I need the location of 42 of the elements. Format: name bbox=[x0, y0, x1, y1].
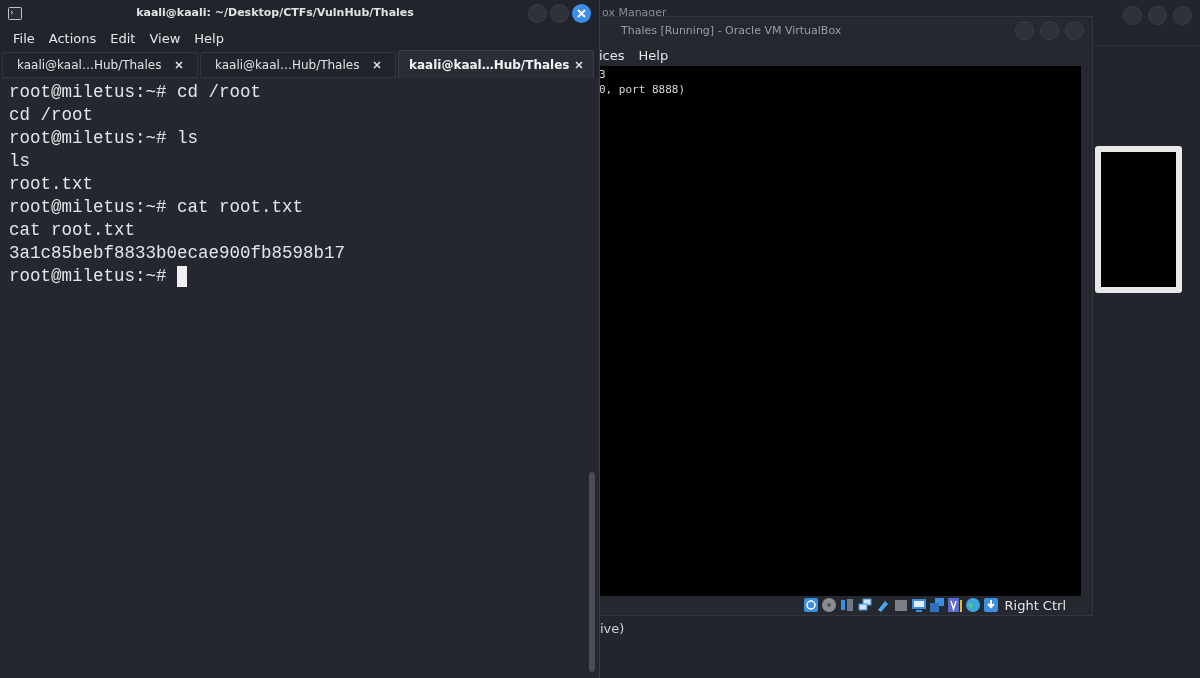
window-title: ox Manager bbox=[602, 5, 667, 22]
terminal-line: cd /root bbox=[9, 104, 93, 127]
menu-item[interactable]: File bbox=[13, 28, 35, 49]
menu-item[interactable]: View bbox=[149, 28, 181, 49]
menu-item[interactable]: Help bbox=[194, 28, 224, 49]
menu-item[interactable]: Edit bbox=[110, 28, 136, 49]
tab[interactable]: kaali@kaal…Hub/Thales bbox=[398, 50, 594, 78]
download-icon[interactable] bbox=[982, 597, 999, 614]
terminal-line: root@miletus:~# bbox=[9, 265, 168, 288]
close-button[interactable] bbox=[572, 4, 591, 23]
close-icon bbox=[577, 9, 586, 18]
terminal-line: 3a1c85bebf8833b0ecae900fb8598b17 bbox=[9, 242, 346, 265]
terminal-line: root.txt bbox=[9, 173, 93, 196]
screen-line: 3 bbox=[599, 66, 607, 82]
folder-icon[interactable] bbox=[892, 597, 909, 614]
terminal-icon bbox=[8, 7, 22, 20]
scrollbar-thumb[interactable] bbox=[589, 472, 595, 672]
close-icon[interactable] bbox=[373, 61, 381, 69]
tab[interactable]: kaali@kaal…Hub/Thales bbox=[2, 52, 198, 78]
globe-icon[interactable] bbox=[964, 597, 981, 614]
menu-item[interactable]: Help bbox=[638, 45, 669, 66]
terminal-line: root@miletus:~# ls bbox=[9, 127, 199, 150]
menu-item[interactable]: ices bbox=[599, 45, 625, 66]
tab[interactable]: kaali@kaal…Hub/Thales bbox=[200, 52, 396, 78]
v-icon[interactable] bbox=[946, 597, 963, 614]
network-icon[interactable] bbox=[856, 597, 873, 614]
host-key-label: Right Ctrl bbox=[1004, 596, 1066, 615]
terminal-line: cat root.txt bbox=[9, 219, 136, 242]
speaker-icon[interactable] bbox=[838, 597, 855, 614]
windows-icon[interactable] bbox=[928, 597, 945, 614]
screen-line: 0, port 8888) bbox=[599, 81, 687, 97]
window-title: Thales [Running] - Oracle VM VirtualBox bbox=[621, 22, 842, 39]
disc-icon[interactable] bbox=[820, 597, 837, 614]
monitor-icon[interactable] bbox=[910, 597, 927, 614]
close-icon[interactable] bbox=[575, 60, 583, 69]
detail-text: ive) bbox=[600, 619, 626, 638]
window-title: kaali@kaali: ~/Desktop/CTFs/VulnHub/Thales bbox=[135, 5, 415, 22]
terminal-line: ls bbox=[9, 150, 30, 173]
terminal-line: root@miletus:~# cd /root bbox=[9, 81, 262, 104]
terminal-line: root@miletus:~# cat root.txt bbox=[9, 196, 304, 219]
close-icon[interactable] bbox=[175, 61, 183, 69]
menu-item[interactable]: Actions bbox=[48, 28, 97, 49]
